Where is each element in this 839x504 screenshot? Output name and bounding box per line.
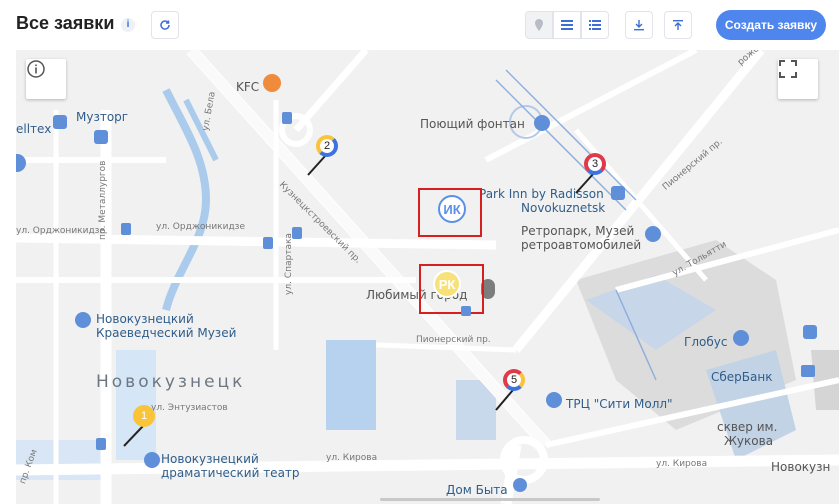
request-marker-5[interactable]: 5: [503, 369, 525, 391]
poi-sberbank[interactable]: СберБанк: [711, 370, 772, 384]
filter-icon: [673, 20, 683, 30]
poi-globus[interactable]: Глобус: [684, 335, 727, 349]
poi-theatre[interactable]: Новокузнецкий: [161, 452, 259, 466]
marker-label: 5: [510, 374, 518, 386]
bus-stop-icon: [121, 223, 131, 235]
download-button[interactable]: [625, 11, 653, 39]
map-view[interactable]: KFC Музторг ellтex Поющий фонтан Park In…: [16, 50, 839, 504]
city-label: Новокузнецк: [96, 372, 246, 392]
info-icon: [27, 60, 45, 78]
hotel-icon: [611, 186, 625, 200]
poi-theatre-name[interactable]: драматический театр: [161, 466, 300, 480]
pin-rk[interactable]: РК: [433, 270, 461, 298]
bus-stop-icon: [263, 237, 273, 249]
street-entuziastov: ул. Энтузиастов: [151, 403, 228, 413]
shopping-icon: [53, 115, 67, 129]
poi-novokuz-edge[interactable]: Новокузн: [771, 460, 830, 474]
shopping-icon: [546, 392, 562, 408]
download-icon: [634, 20, 644, 31]
horizontal-scrollbar[interactable]: [380, 498, 600, 501]
poi-retropark-museum[interactable]: ретроавтомобилей: [521, 238, 641, 252]
create-request-button[interactable]: Создать заявку: [716, 10, 826, 40]
request-marker-1[interactable]: 1: [133, 405, 155, 427]
map-info-button[interactable]: [26, 59, 66, 99]
bus-stop-icon: [282, 112, 292, 124]
poi-skver-name[interactable]: Жукова: [724, 434, 773, 448]
shopping-icon: [513, 478, 527, 492]
street-kirova: ул. Кирова: [326, 453, 378, 463]
museum-icon: [645, 226, 661, 242]
marker-label: 2: [323, 140, 331, 152]
filter-button[interactable]: [664, 11, 692, 39]
marker-label: 1: [140, 410, 148, 422]
poi-skver[interactable]: сквер им.: [717, 420, 777, 434]
map-view-button[interactable]: [525, 11, 553, 39]
atm-icon: [801, 365, 815, 377]
theatre-icon: [144, 452, 160, 468]
poi-museum-name[interactable]: Краеведческий Музей: [96, 326, 236, 340]
shopping-icon: [94, 130, 108, 144]
map-pin-icon: [535, 19, 543, 31]
poi-trc[interactable]: ТРЦ "Сити Молл": [566, 397, 673, 411]
fullscreen-icon: [779, 60, 797, 78]
poi-kfc[interactable]: KFC: [236, 80, 259, 94]
poi-retropark[interactable]: Ретропарк, Музей: [521, 224, 634, 238]
camera-icon: [534, 115, 550, 131]
shopping-icon: [803, 325, 817, 339]
poi-park-inn-city[interactable]: Novokuznetsk: [521, 201, 605, 215]
marker-label: 3: [591, 158, 599, 170]
street-kirova-2: ул. Кирова: [656, 459, 708, 469]
street-ordzhonikidze-left: ул. Орджоникидзе: [16, 226, 105, 236]
poi-fountain[interactable]: Поющий фонтан: [420, 117, 525, 131]
info-icon[interactable]: i: [121, 18, 135, 32]
bus-stop-icon: [292, 227, 302, 239]
refresh-icon: [160, 20, 170, 30]
list-view-button[interactable]: [553, 11, 581, 39]
fullscreen-button[interactable]: [778, 59, 818, 99]
pin-ik[interactable]: ИК: [438, 195, 466, 223]
detail-view-button[interactable]: [581, 11, 609, 39]
list-view-icon: [561, 20, 573, 30]
list-detail-icon: [589, 20, 601, 30]
restaurant-icon: [263, 74, 281, 92]
poi-dom-byta[interactable]: Дом Быта: [446, 483, 508, 497]
request-marker-2[interactable]: 2: [316, 135, 338, 157]
street-pionersky: Пионерский пр.: [416, 335, 491, 345]
street-ordzhonikidze: ул. Орджоникидзе: [156, 222, 245, 232]
pin-label: РК: [438, 276, 456, 292]
shopping-icon: [733, 330, 749, 346]
pin-label: ИК: [443, 201, 461, 217]
poi-elltex[interactable]: ellтex: [16, 122, 51, 136]
poi-muztorg[interactable]: Музторг: [76, 110, 128, 124]
page-title: Все заявки: [16, 13, 115, 33]
poi-park-inn[interactable]: Park Inn by Radisson: [479, 187, 604, 201]
bus-stop-icon: [461, 306, 471, 316]
top-toolbar: Все заявки i Создать заявку: [0, 0, 839, 50]
street-metallurgov: пр. Металлургов: [98, 160, 108, 240]
museum-icon: [75, 312, 91, 328]
street-spartaka: ул. Спартака: [284, 233, 294, 295]
bus-stop-icon: [96, 438, 106, 450]
refresh-button[interactable]: [151, 11, 179, 39]
request-marker-3[interactable]: 3: [584, 153, 606, 175]
poi-museum[interactable]: Новокузнецкий: [96, 312, 194, 326]
